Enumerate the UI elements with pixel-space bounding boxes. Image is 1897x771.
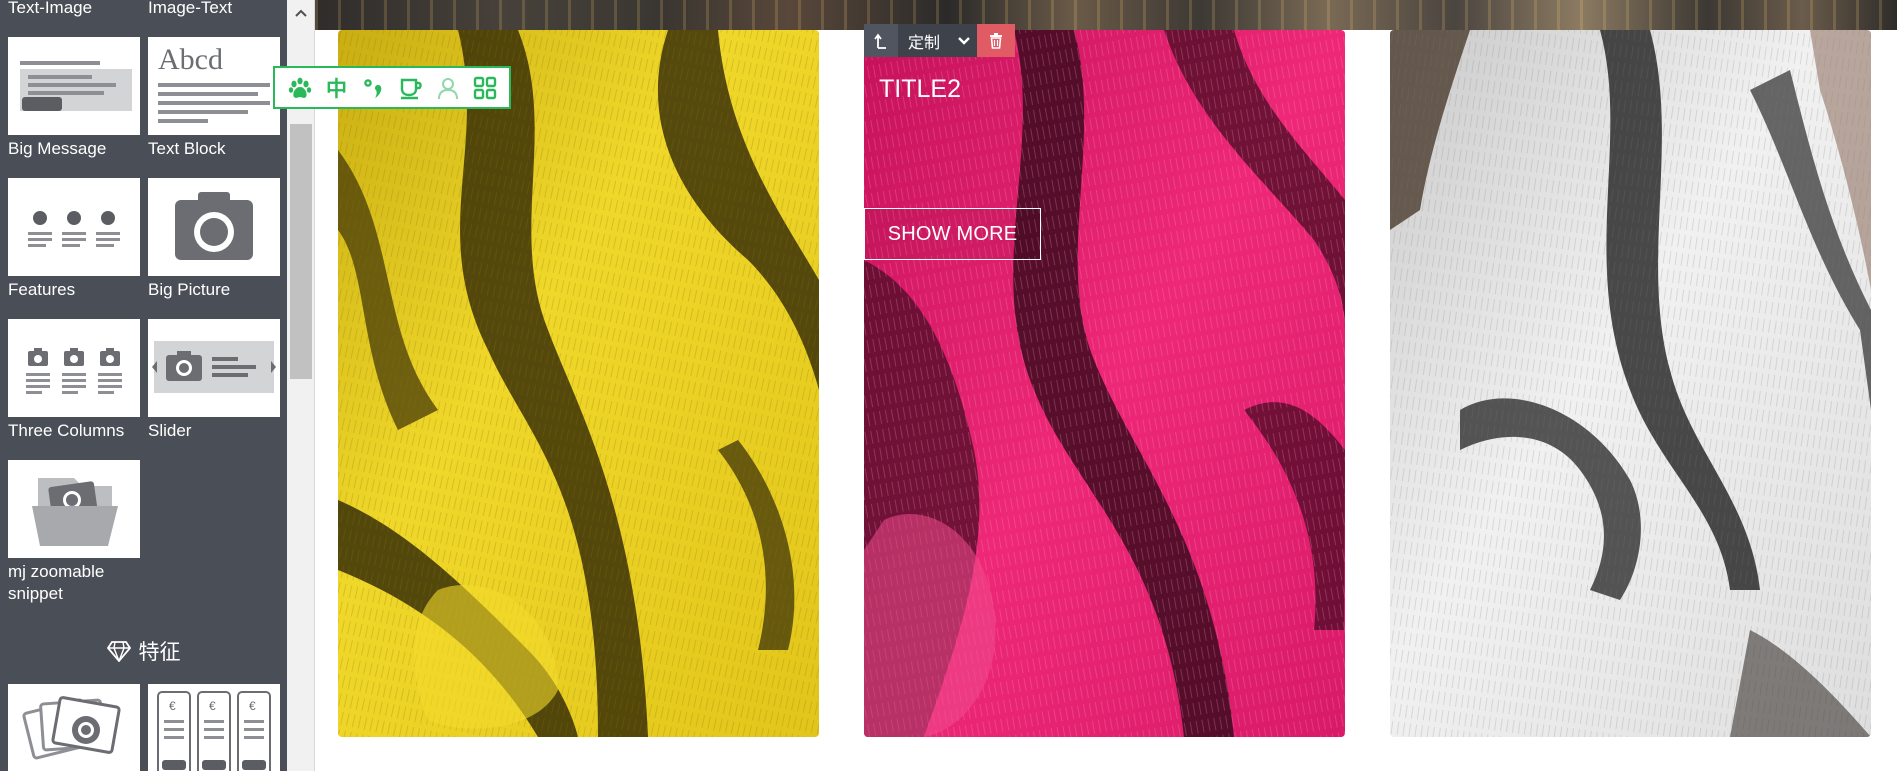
currency-symbol: € xyxy=(249,699,256,713)
yellow-fur-image xyxy=(338,30,819,737)
remove-snippet-button[interactable] xyxy=(977,24,1015,57)
scroll-thumb[interactable] xyxy=(290,124,312,379)
snippet-editor-toolbar: 定制 xyxy=(864,24,1015,57)
card-title[interactable]: TITLE2 xyxy=(879,74,961,104)
snippet-label-image-text[interactable]: Image-Text xyxy=(148,0,232,19)
user-icon[interactable] xyxy=(432,72,464,104)
sidebar-scrollbar[interactable] xyxy=(287,0,315,771)
chevron-up-icon xyxy=(295,9,307,17)
snippet-thumb-features[interactable] xyxy=(8,178,140,276)
scroll-up-arrow[interactable] xyxy=(287,0,315,26)
currency-symbol: € xyxy=(169,699,176,713)
snippet-thumb-image-gallery[interactable] xyxy=(8,684,140,771)
snippet-label-mj-zoomable[interactable]: mj zoomable snippet xyxy=(8,561,140,605)
cjk-char: 中 xyxy=(326,77,347,101)
abcd-sample-text: Abcd xyxy=(158,43,223,76)
snippet-thumb-mj-zoomable[interactable] xyxy=(8,460,140,558)
snippet-label-three-columns[interactable]: Three Columns xyxy=(8,420,124,442)
snippet-thumb-text-block[interactable]: Abcd xyxy=(148,37,280,135)
snippet-label-features[interactable]: Features xyxy=(8,279,75,301)
website-builder: Text-Image Image-Text Abcd Big Message T… xyxy=(0,0,1897,771)
show-more-button[interactable]: SHOW MORE xyxy=(864,208,1041,260)
city-background-strip xyxy=(315,0,1897,30)
page-canvas: TITLE2 SHOW MORE 定制 xyxy=(315,0,1897,771)
image-card-pink-fur[interactable]: TITLE2 SHOW MORE xyxy=(864,30,1345,737)
white-fur-image xyxy=(1390,30,1871,737)
dot-comma-icon[interactable] xyxy=(358,72,390,104)
move-parent-button[interactable] xyxy=(864,24,898,57)
section-heading-features: 特征 xyxy=(0,636,287,666)
chevron-down-icon xyxy=(958,36,970,45)
customize-label: 定制 xyxy=(908,34,941,52)
paw-icon[interactable] xyxy=(284,72,316,104)
snippet-label-big-message[interactable]: Big Message xyxy=(8,138,106,160)
cup-icon[interactable] xyxy=(395,72,427,104)
snippet-thumb-big-message[interactable] xyxy=(8,37,140,135)
snippet-label-text-image[interactable]: Text-Image xyxy=(8,0,92,19)
image-card-white-fur[interactable] xyxy=(1390,30,1871,737)
snippet-thumb-three-columns[interactable] xyxy=(8,319,140,417)
currency-symbol: € xyxy=(209,699,216,713)
snippet-thumb-big-picture[interactable] xyxy=(148,178,280,276)
snippet-label-text-block[interactable]: Text Block xyxy=(148,138,225,160)
snippet-sidebar: Text-Image Image-Text Abcd Big Message T… xyxy=(0,0,287,771)
trash-icon xyxy=(990,32,1002,49)
section-title: 特征 xyxy=(138,641,181,664)
diamond-icon xyxy=(106,641,131,662)
image-card-yellow-fur[interactable] xyxy=(338,30,819,737)
snippet-label-slider[interactable]: Slider xyxy=(148,420,191,442)
floating-icon-toolbar: 中 xyxy=(273,66,511,109)
pink-fur-image xyxy=(864,30,1345,737)
grid-icon[interactable] xyxy=(469,72,501,104)
snippet-thumb-pricing[interactable]: € € € xyxy=(148,684,280,771)
snippet-label-big-picture[interactable]: Big Picture xyxy=(148,279,230,301)
chinese-char-icon[interactable]: 中 xyxy=(321,72,353,104)
move-up-icon xyxy=(874,33,886,49)
customize-dropdown[interactable]: 定制 xyxy=(898,24,977,57)
snippet-thumb-slider[interactable] xyxy=(148,319,280,417)
